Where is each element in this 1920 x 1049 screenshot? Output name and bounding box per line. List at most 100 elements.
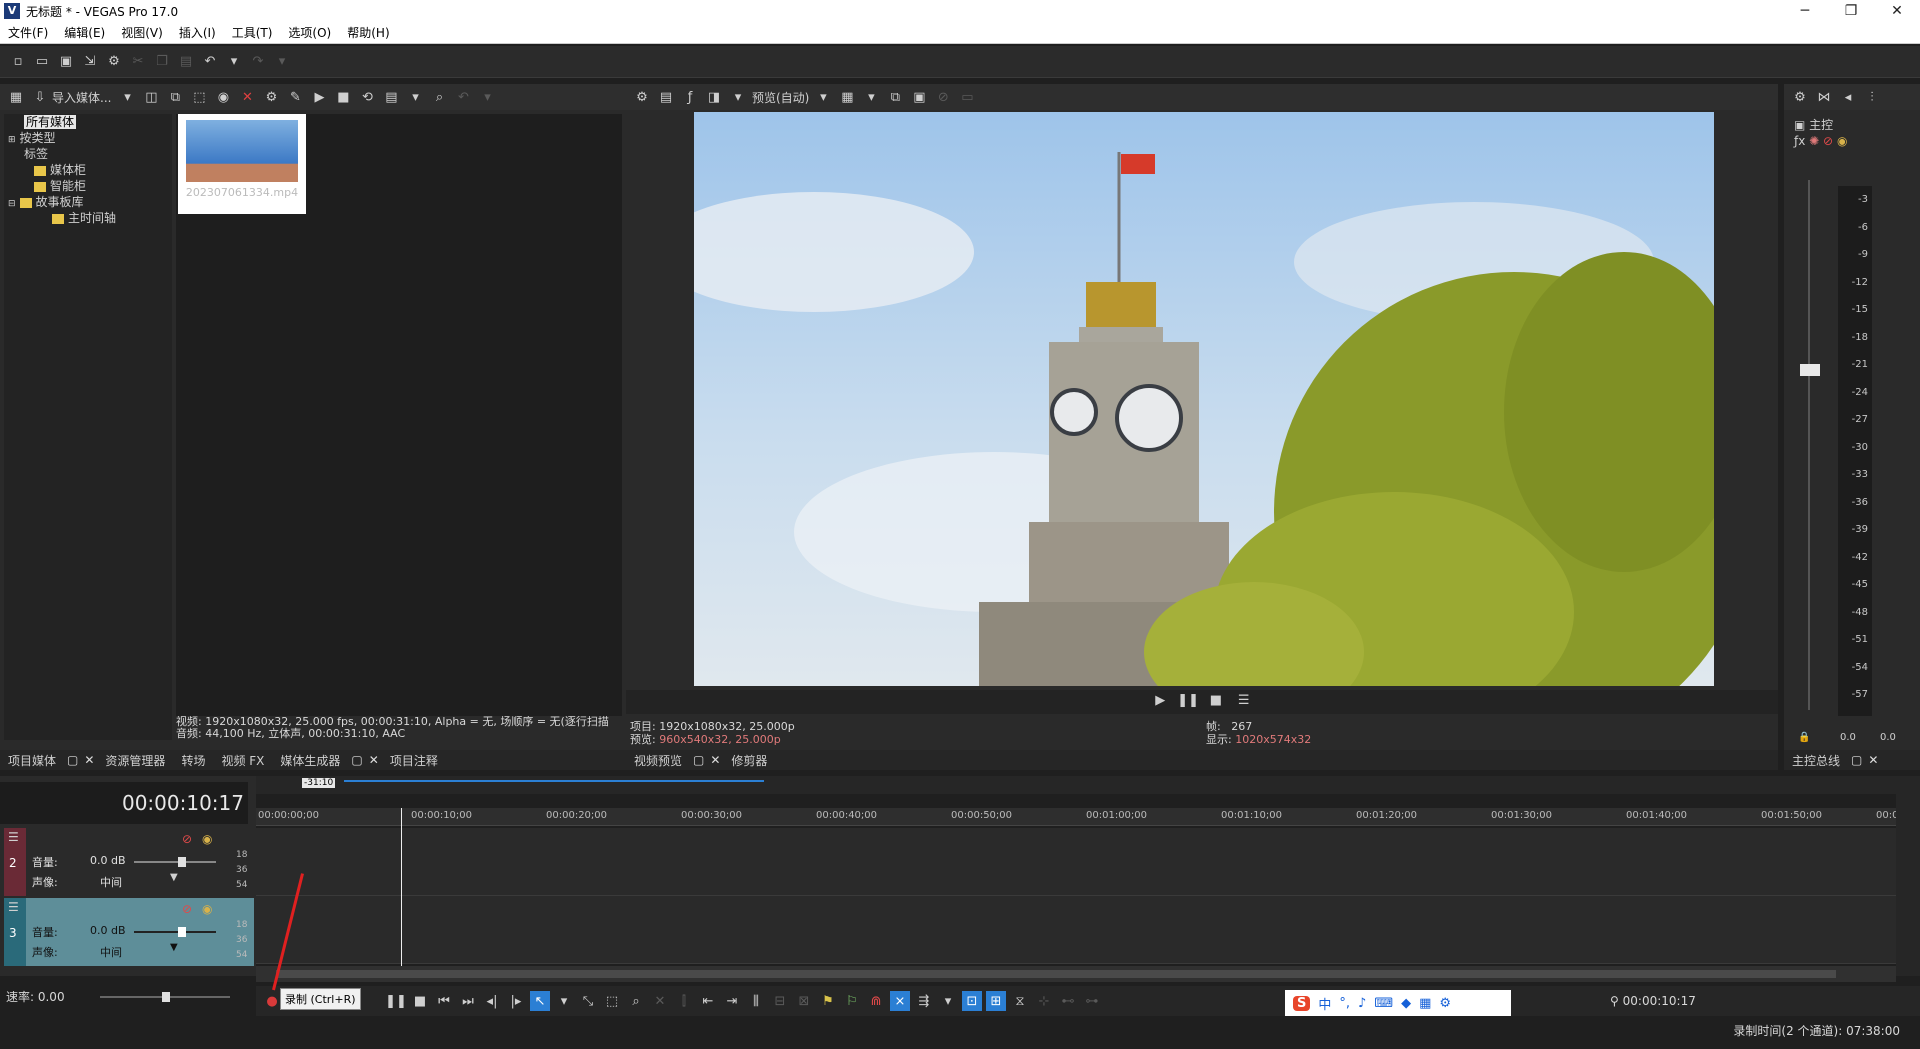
auto-preview-icon[interactable]: ⟲: [357, 87, 377, 107]
paste-icon[interactable]: ▤: [176, 52, 196, 72]
tree-item-main-timeline[interactable]: 主时间轴: [4, 210, 172, 226]
keyboard-icon[interactable]: ⌨: [1374, 996, 1393, 1011]
close-tab-icon[interactable]: ✕: [81, 753, 97, 767]
track-solo-icon[interactable]: ◉: [202, 832, 212, 846]
record-icon[interactable]: ●: [262, 991, 282, 1011]
monitor-icon[interactable]: ▭: [957, 87, 977, 107]
undo-icon[interactable]: ↶: [200, 52, 220, 72]
marker-icon[interactable]: ⚑: [818, 991, 838, 1011]
next-frame-icon[interactable]: |▸: [506, 991, 526, 1011]
playhead-cursor[interactable]: [401, 808, 402, 966]
preview-pause-icon[interactable]: ❚❚: [1177, 690, 1199, 710]
microphone-icon[interactable]: ♪: [1358, 996, 1366, 1011]
preview-settings-icon[interactable]: ⚙: [632, 87, 652, 107]
preview-play-icon[interactable]: ▶: [1150, 690, 1170, 710]
scrollbar-thumb[interactable]: [276, 970, 1836, 978]
loop-region-bar[interactable]: [344, 780, 764, 782]
tree-item-smart-bins[interactable]: 智能柜: [4, 178, 172, 194]
import-dropdown-icon[interactable]: ▾: [117, 87, 137, 107]
region-icon[interactable]: ⚐: [842, 991, 862, 1011]
go-to-start-icon[interactable]: ⏮: [434, 991, 454, 1011]
automation-icon[interactable]: ✺: [1809, 134, 1819, 148]
tab-master-bus[interactable]: 主控总线: [1784, 752, 1848, 769]
undo-dropdown-icon[interactable]: ▾: [224, 52, 244, 72]
ime-toolbar[interactable]: S 中 °, ♪ ⌨ ◆ ▦ ⚙: [1285, 990, 1511, 1016]
edit-tool-dropdown-icon[interactable]: ▾: [554, 991, 574, 1011]
undock-icon[interactable]: ▢: [348, 753, 365, 767]
preview-menu-icon[interactable]: ☰: [1234, 690, 1254, 710]
time-ruler[interactable]: 00:00:00;00 00:00:10;00 00:00:20;00 00:0…: [256, 808, 1898, 826]
arm-icon[interactable]: ⊹: [1034, 991, 1054, 1011]
track-2-lane[interactable]: [256, 828, 1896, 896]
new-file-icon[interactable]: ▫: [8, 52, 28, 72]
go-to-end-icon[interactable]: ⏭: [458, 991, 478, 1011]
master-fader-knob[interactable]: [1800, 364, 1820, 376]
pause-icon[interactable]: ❚❚: [385, 991, 407, 1011]
envelope-tool-icon[interactable]: ⤡: [578, 991, 598, 1011]
tree-item-storyboard[interactable]: ⊟ 故事板库: [4, 194, 172, 210]
close-tab-icon[interactable]: ✕: [707, 753, 723, 767]
track-mute-icon[interactable]: ⊘: [182, 902, 192, 916]
track-area[interactable]: [256, 808, 1896, 966]
trim-start-icon[interactable]: ⇤: [698, 991, 718, 1011]
overlays-dropdown-icon[interactable]: ▾: [861, 87, 881, 107]
event-fade-icon[interactable]: ⧖: [1010, 991, 1030, 1011]
menu-help[interactable]: 帮助(H): [339, 24, 397, 41]
minimize-button[interactable]: ─: [1782, 0, 1828, 22]
views-dropdown-icon[interactable]: ▾: [405, 87, 425, 107]
track-2-header[interactable]: ☰ 2 ⊘ ◉ 音量: 0.0 dB 声像: 中间 ▼ 18 36 54: [4, 828, 254, 896]
preview-quality-select[interactable]: 预览(自动): [752, 89, 809, 106]
tab-project-media[interactable]: 项目媒体: [0, 752, 64, 769]
toolbox-icon[interactable]: ▦: [1419, 996, 1431, 1011]
tab-media-generators[interactable]: 媒体生成器: [272, 752, 348, 769]
solo-icon[interactable]: ◉: [1837, 134, 1847, 148]
punct-icon[interactable]: °,: [1339, 996, 1350, 1011]
media-undo-dropdown-icon[interactable]: ▾: [477, 87, 497, 107]
undock-icon[interactable]: ▢: [690, 753, 707, 767]
close-button[interactable]: ✕: [1874, 0, 1920, 22]
split-dropdown-icon[interactable]: ▾: [728, 87, 748, 107]
properties-icon[interactable]: ⚙: [261, 87, 281, 107]
multi-icon[interactable]: ⊶: [1082, 991, 1102, 1011]
split-icon[interactable]: ⫼: [746, 991, 766, 1011]
volume-slider[interactable]: [134, 857, 216, 867]
lock-icon[interactable]: ⊠: [794, 991, 814, 1011]
close-tab-icon[interactable]: ✕: [1865, 753, 1881, 767]
master-settings-icon[interactable]: ⚙: [1790, 87, 1810, 107]
mixer-icon[interactable]: ⫶: [1862, 87, 1882, 107]
tree-item-all-media[interactable]: 所有媒体: [4, 114, 172, 130]
media-undo-icon[interactable]: ↶: [453, 87, 473, 107]
close-tab-icon[interactable]: ✕: [366, 753, 382, 767]
tree-item-tags[interactable]: 标签: [4, 146, 172, 162]
save-snapshot-icon[interactable]: ▣: [909, 87, 929, 107]
tree-item-by-type[interactable]: ⊞ 按类型: [4, 130, 172, 146]
tree-item-media-bins[interactable]: 媒体柜: [4, 162, 172, 178]
selection-tool-icon[interactable]: ⬚: [602, 991, 622, 1011]
rate-slider[interactable]: [100, 992, 230, 1002]
tab-video-fx[interactable]: 视频 FX: [213, 752, 272, 769]
volume-slider[interactable]: [134, 927, 216, 937]
stop-icon[interactable]: ■: [333, 87, 353, 107]
track-3-lane[interactable]: [256, 896, 1896, 964]
mute-icon[interactable]: ⊘: [1823, 134, 1833, 148]
trim-icon[interactable]: ⫿: [674, 991, 694, 1011]
delete-icon[interactable]: ✕: [237, 87, 257, 107]
get-media-web-icon[interactable]: ⬚: [189, 87, 209, 107]
import-media-button[interactable]: 导入媒体...: [52, 89, 111, 106]
external-monitor-icon[interactable]: ▤: [656, 87, 676, 107]
remove-unused-icon[interactable]: ◉: [213, 87, 233, 107]
media-thumbnail[interactable]: 202307061334.mp4: [178, 114, 306, 214]
search-icon[interactable]: ⌕: [429, 87, 449, 107]
lock-envelopes-to-events-icon[interactable]: ⊡: [962, 991, 982, 1011]
media-fx-icon[interactable]: ✎: [285, 87, 305, 107]
video-fx-icon[interactable]: ƒ: [680, 87, 700, 107]
render-icon[interactable]: ⇲: [80, 52, 100, 72]
copy-snapshot-icon[interactable]: ⧉: [885, 87, 905, 107]
locked-icon[interactable]: ⊘: [933, 87, 953, 107]
menu-edit[interactable]: 编辑(E): [56, 24, 113, 41]
views-icon[interactable]: ▤: [381, 87, 401, 107]
menu-tools[interactable]: 工具(T): [224, 24, 281, 41]
auto-icon[interactable]: ⊷: [1058, 991, 1078, 1011]
timeline-horizontal-scrollbar[interactable]: [256, 966, 1896, 982]
undock-icon[interactable]: ▢: [64, 753, 81, 767]
